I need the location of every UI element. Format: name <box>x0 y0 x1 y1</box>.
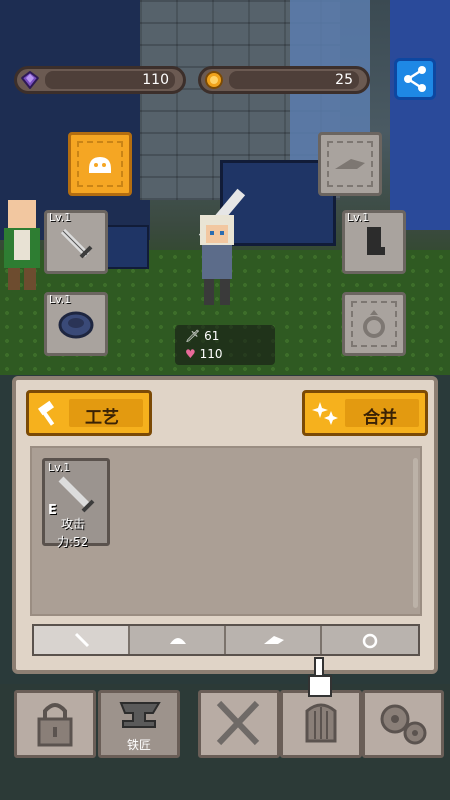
ring-slot[interactable] <box>342 292 406 356</box>
inventory-scrollbar[interactable] <box>413 458 418 608</box>
filter-tabs <box>32 624 420 656</box>
inventory-grid: Lv.1 E 攻击 力:52 <box>30 446 422 616</box>
cage-icon <box>305 703 337 743</box>
nav-settings[interactable] <box>362 690 444 758</box>
tab-armor[interactable] <box>130 626 226 654</box>
item-level: Lv.1 <box>48 461 71 474</box>
gem-value: 110 <box>142 72 169 88</box>
pet-icon <box>89 157 111 173</box>
hero-stats: 🗡 61 ♥ 110 <box>175 325 275 365</box>
gem-counter: 110 <box>14 66 186 94</box>
helmet-icon <box>264 636 284 644</box>
item-grade: E <box>48 503 57 518</box>
npc-character[interactable] <box>0 200 45 295</box>
tutorial-hand-pointer-icon <box>308 657 332 697</box>
ring-icon <box>363 310 385 338</box>
heart-icon: ♥ <box>185 347 196 361</box>
health-value: 110 <box>199 347 223 361</box>
crossed-swords-icon <box>216 700 260 746</box>
bottom-nav: 铁匠 <box>0 684 450 800</box>
armor-icon <box>170 638 186 644</box>
sword-icon <box>74 632 90 648</box>
tab-rings[interactable] <box>322 626 418 654</box>
item-stat-line1: 攻击 <box>61 517 86 531</box>
scene-banner-right <box>390 0 450 230</box>
ring-icon <box>362 633 378 649</box>
share-icon <box>404 66 426 92</box>
nav-cage[interactable] <box>280 690 362 758</box>
armor-icon <box>58 311 94 339</box>
tab-weapons[interactable] <box>34 626 130 654</box>
attack-value: 61 <box>204 329 220 343</box>
item-stat-line2: 力:52 <box>57 535 89 549</box>
pet-slot[interactable] <box>68 132 132 196</box>
attack-icon: 🗡 <box>185 329 201 343</box>
anvil-icon <box>119 702 161 728</box>
gears-icon <box>380 704 427 745</box>
boots-icon <box>367 227 385 255</box>
merge-label: 合并 <box>363 408 397 428</box>
craft-button[interactable]: 工艺 <box>26 390 152 436</box>
coin-counter: 25 <box>198 66 370 94</box>
merge-icon <box>312 402 338 425</box>
weapon-slot[interactable]: Lv.1 <box>44 210 108 274</box>
coin-value: 25 <box>335 72 353 88</box>
boots-slot[interactable]: Lv.1 <box>342 210 406 274</box>
hammer-icon <box>37 400 55 426</box>
blacksmith-panel: 工艺 合并 Lv.1 E 攻击 力:52 <box>12 376 438 674</box>
nav-locked[interactable] <box>14 690 96 758</box>
tab-helmets[interactable] <box>226 626 322 654</box>
hero-character[interactable] <box>182 185 252 315</box>
lock-icon <box>37 703 73 747</box>
craft-label: 工艺 <box>85 408 119 428</box>
helmet-icon <box>335 159 365 169</box>
nav-blacksmith[interactable]: 铁匠 <box>98 690 180 758</box>
inventory-item-sword[interactable]: Lv.1 E 攻击 力:52 <box>42 458 110 549</box>
gold-coin-icon <box>205 71 223 89</box>
share-button[interactable] <box>394 58 436 100</box>
merge-button[interactable]: 合并 <box>302 390 428 436</box>
nav-blacksmith-label: 铁匠 <box>126 738 151 752</box>
helmet-slot[interactable] <box>318 132 382 196</box>
purple-gem-icon <box>21 71 39 89</box>
armor-slot[interactable]: Lv.1 <box>44 292 108 356</box>
nav-battle[interactable] <box>198 690 280 758</box>
sword-icon <box>60 228 93 259</box>
